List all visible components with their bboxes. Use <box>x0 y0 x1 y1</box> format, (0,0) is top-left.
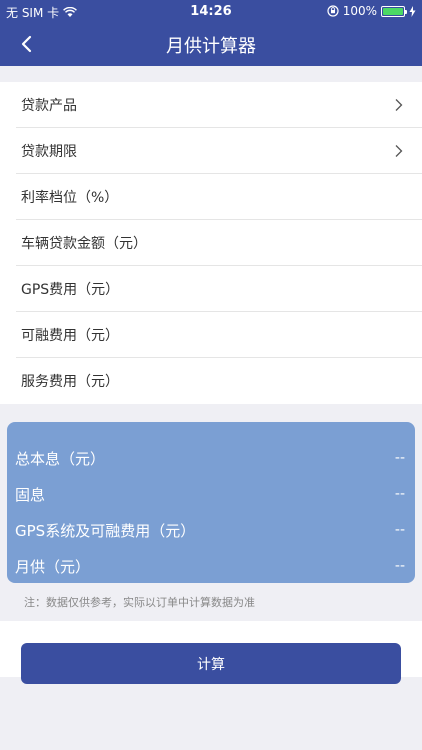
nav-bar: 月供计算器 <box>0 22 422 66</box>
summary-card: 总本息（元） -- 固息 -- GPS系统及可融费用（元） -- 月供（元） -… <box>7 422 415 583</box>
form-row-label: 贷款期限 <box>21 143 77 160</box>
summary-value: -- <box>394 558 405 574</box>
status-bar: 无 SIM 卡 14:26 100% <box>0 0 422 22</box>
form-row-label: 服务费用（元） <box>21 374 119 390</box>
form-row-interest-rate[interactable]: 利率档位（%） <box>16 174 422 220</box>
form-row-label: 车辆贷款金额（元） <box>21 235 147 252</box>
battery-fill <box>383 7 403 15</box>
form-row-loan-term[interactable]: 贷款期限 <box>16 128 422 174</box>
summary-value: -- <box>394 486 405 502</box>
form-row-vehicle-loan-amount[interactable]: 车辆贷款金额（元） <box>16 220 422 266</box>
form-row-service-fee[interactable]: 服务费用（元） <box>16 358 422 404</box>
page-title: 月供计算器 <box>166 36 256 57</box>
loan-form: 贷款产品 贷款期限 利率档位（%） 车辆贷款金额（元） GPS费用（元） 可融费… <box>0 82 422 404</box>
form-row-loan-product[interactable]: 贷款产品 <box>16 82 422 128</box>
summary-label: GPS系统及可融费用（元） <box>15 521 196 540</box>
orientation-lock-icon <box>327 5 339 17</box>
chevron-right-icon <box>395 99 403 111</box>
summary-row-monthly-payment: 月供（元） -- <box>7 548 415 584</box>
calculate-button[interactable]: 计算 <box>21 643 401 684</box>
summary-label: 总本息（元） <box>15 449 106 468</box>
summary-label: 固息 <box>15 485 46 504</box>
battery-icon <box>381 5 407 17</box>
summary-row-total: 总本息（元） -- <box>7 440 415 476</box>
battery-percent: 100% <box>342 4 377 18</box>
status-right: 100% <box>327 4 416 18</box>
disclaimer-note: 注：数据仅供参考，实际以订单中计算数据为准 <box>24 596 255 609</box>
header: 无 SIM 卡 14:26 100% 月供计算器 <box>0 0 422 66</box>
summary-value: -- <box>394 522 405 538</box>
chevron-right-icon <box>395 145 403 157</box>
summary-row-fixed-interest: 固息 -- <box>7 476 415 512</box>
form-row-label: 可融费用（元） <box>21 327 119 344</box>
summary-label: 月供（元） <box>15 557 91 576</box>
charging-icon <box>409 5 416 17</box>
form-row-financeable-fee[interactable]: 可融费用（元） <box>16 312 422 358</box>
summary-row-gps-fees: GPS系统及可融费用（元） -- <box>7 512 415 548</box>
form-row-gps-fee[interactable]: GPS费用（元） <box>16 266 422 312</box>
summary-value: -- <box>394 450 405 466</box>
form-row-label: GPS费用（元） <box>21 281 120 298</box>
form-row-label: 利率档位（%） <box>21 189 119 206</box>
form-row-label: 贷款产品 <box>21 97 77 114</box>
